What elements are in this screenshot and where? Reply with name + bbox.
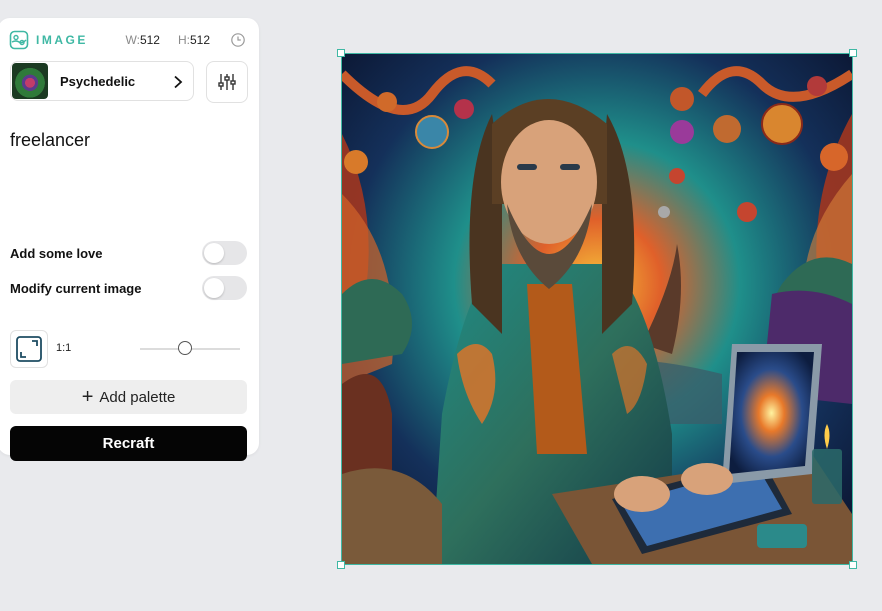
type-label: IMAGE bbox=[36, 33, 88, 47]
style-settings-button[interactable] bbox=[206, 61, 248, 103]
add-palette-button[interactable]: + Add palette bbox=[10, 380, 247, 414]
prompt-text[interactable]: freelancer bbox=[10, 130, 90, 151]
aspect-ratio-row: 1:1 bbox=[10, 330, 247, 368]
sliders-icon bbox=[218, 74, 236, 90]
modify-current-image-row: Modify current image bbox=[10, 276, 247, 300]
generated-image[interactable] bbox=[342, 54, 852, 564]
add-some-love-label: Add some love bbox=[10, 245, 103, 261]
aspect-ratio-label: 1:1 bbox=[56, 342, 72, 354]
chevron-right-icon bbox=[174, 75, 183, 89]
width-readout: W:512 bbox=[125, 33, 160, 47]
aspect-ratio-slider-thumb[interactable] bbox=[178, 341, 192, 355]
height-readout: H:512 bbox=[177, 33, 210, 47]
toggle-knob bbox=[204, 278, 224, 298]
modify-current-image-label: Modify current image bbox=[10, 280, 142, 296]
style-thumbnail bbox=[12, 63, 48, 99]
add-palette-label: Add palette bbox=[99, 388, 176, 406]
plus-icon: + bbox=[81, 386, 94, 408]
generated-image-frame[interactable] bbox=[341, 53, 853, 565]
modify-current-image-toggle[interactable] bbox=[202, 276, 247, 300]
resize-handle-bottom-left[interactable] bbox=[337, 561, 345, 569]
style-selector-button[interactable]: Psychedelic bbox=[10, 61, 194, 101]
toggle-knob bbox=[204, 243, 224, 263]
history-icon[interactable] bbox=[230, 32, 246, 48]
resize-handle-top-left[interactable] bbox=[337, 49, 345, 57]
resize-handle-top-right[interactable] bbox=[849, 49, 857, 57]
aspect-ratio-button[interactable] bbox=[10, 330, 48, 368]
aspect-ratio-icon bbox=[16, 336, 42, 362]
add-some-love-toggle[interactable] bbox=[202, 241, 247, 265]
image-settings-panel: IMAGE W:512 H:512 Psychedelic freelancer bbox=[0, 18, 259, 461]
image-dimensions: W:512 H:512 bbox=[125, 33, 210, 47]
recraft-button[interactable]: Recraft bbox=[10, 426, 247, 461]
resize-handle-bottom-right[interactable] bbox=[849, 561, 857, 569]
style-name: Psychedelic bbox=[60, 73, 136, 89]
image-type-icon bbox=[9, 30, 29, 50]
panel-header: IMAGE W:512 H:512 bbox=[8, 30, 246, 50]
add-some-love-row: Add some love bbox=[10, 241, 247, 265]
